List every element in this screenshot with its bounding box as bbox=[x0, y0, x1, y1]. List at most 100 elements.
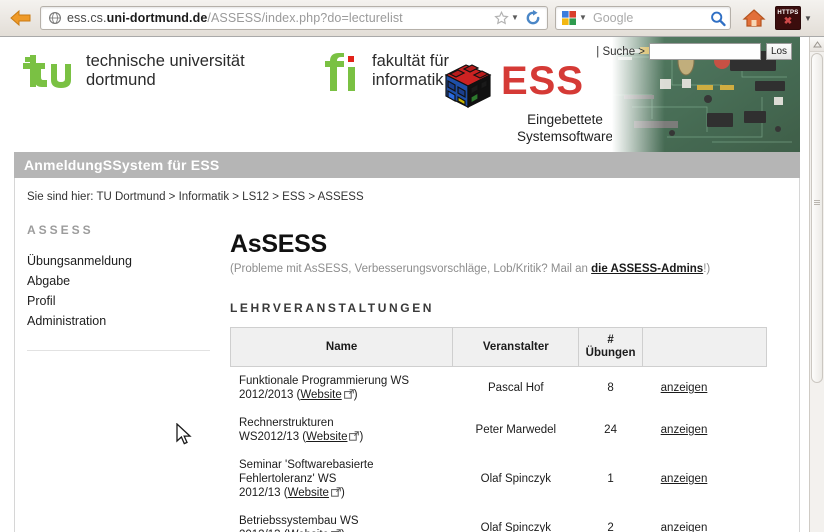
external-link-icon bbox=[331, 487, 341, 497]
site-search-row: | Suche > Los bbox=[596, 43, 792, 60]
scrollbar-thumb[interactable] bbox=[811, 53, 823, 383]
fi-logo-text: fakultät für informatik bbox=[372, 52, 449, 90]
table-row: Betriebssystembau WS 2012/13 (Website) O… bbox=[229, 507, 768, 532]
column-header-name: Name bbox=[229, 327, 454, 367]
lecture-name-line1: Rechnerstrukturen bbox=[239, 417, 334, 429]
website-link[interactable]: Website bbox=[288, 487, 329, 499]
anzeigen-link[interactable]: anzeigen bbox=[661, 382, 708, 394]
cell-action: anzeigen bbox=[641, 451, 768, 507]
fi-logo-line2: informatik bbox=[372, 71, 444, 89]
cell-name: Rechnerstrukturen WS2012/13 (Website) bbox=[229, 409, 454, 451]
chevron-up-icon bbox=[812, 40, 822, 47]
cell-veranstalter: Pascal Hof bbox=[452, 366, 580, 409]
cell-veranstalter: Olaf Spinczyk bbox=[452, 507, 580, 532]
table-row: Seminar 'Softwarebasierte Fehlertoleranz… bbox=[229, 451, 768, 507]
https-everywhere-button[interactable]: HTTPS ✖ bbox=[775, 6, 801, 30]
cell-name: Betriebssystembau WS 2012/13 (Website) bbox=[229, 507, 454, 532]
table-head: Name Veranstalter # Übungen bbox=[229, 327, 768, 367]
assess-admins-link[interactable]: die ASSESS-Admins bbox=[591, 263, 703, 275]
browser-toolbar: ess.cs.uni-dortmund.de/ASSESS/index.php?… bbox=[0, 0, 824, 37]
search-input[interactable]: Google bbox=[589, 11, 709, 25]
toolbar-overflow-chevron-icon[interactable]: ▼ bbox=[804, 14, 812, 23]
search-engine-chevron-icon[interactable]: ▼ bbox=[579, 14, 589, 22]
globe-icon bbox=[49, 12, 61, 24]
cell-action: anzeigen bbox=[641, 409, 768, 451]
main-column: AsSESS (Probleme mit AsSESS, Verbesserun… bbox=[229, 230, 790, 532]
chevron-down-icon[interactable]: ▼ bbox=[511, 14, 521, 22]
sidebar-item-profil[interactable]: Profil bbox=[27, 291, 217, 311]
subnote-prefix: (Probleme mit AsSESS, Verbesserungsvorsc… bbox=[230, 263, 592, 275]
lecture-name-line2: 2012/2013 ( bbox=[239, 389, 301, 401]
ess-wordmark: ESS bbox=[501, 59, 585, 103]
lecture-name-after: ) bbox=[359, 431, 364, 443]
column-header-uebungen-line1: # bbox=[607, 334, 614, 346]
website-link[interactable]: Website bbox=[300, 389, 341, 401]
tu-dortmund-logo-icon bbox=[23, 55, 71, 88]
cell-uebungen: 1 bbox=[578, 451, 643, 507]
site-search-input[interactable] bbox=[649, 43, 761, 60]
site-search-submit-button[interactable]: Los bbox=[766, 43, 792, 60]
bookmark-star-icon[interactable] bbox=[493, 10, 510, 26]
site-title-bar: AnmeldungSSystem für ESS bbox=[14, 152, 800, 178]
table-row: Rechnerstrukturen WS2012/13 (Website) Pe… bbox=[229, 409, 768, 451]
page-container: technische universität dortmund fakultät… bbox=[14, 37, 800, 532]
website-link[interactable]: Website bbox=[306, 431, 347, 443]
cell-veranstalter: Peter Marwedel bbox=[452, 409, 580, 451]
lecture-name-line2: WS2012/13 ( bbox=[239, 431, 307, 443]
google-icon bbox=[562, 11, 576, 25]
url-domain: uni-dortmund.de bbox=[106, 11, 208, 25]
anzeigen-link[interactable]: anzeigen bbox=[661, 522, 708, 532]
lecture-name-after: ) bbox=[353, 389, 358, 401]
cell-action: anzeigen bbox=[641, 366, 768, 409]
vertical-scrollbar[interactable] bbox=[809, 37, 824, 532]
tu-logo-line1: technische universität bbox=[86, 52, 245, 70]
cell-uebungen: 24 bbox=[578, 409, 643, 451]
scroll-up-button[interactable] bbox=[810, 37, 824, 52]
sidebar: ASSESS Übungsanmeldung Abgabe Profil Adm… bbox=[27, 223, 217, 331]
lecture-name-after: ) bbox=[340, 487, 345, 499]
reload-icon[interactable] bbox=[523, 9, 543, 27]
cell-name: Seminar 'Softwarebasierte Fehlertoleranz… bbox=[229, 451, 454, 507]
search-bar[interactable]: ▼ Google bbox=[555, 6, 731, 30]
site-title: AnmeldungSSystem für ESS bbox=[24, 157, 220, 173]
anzeigen-link[interactable]: anzeigen bbox=[661, 424, 708, 436]
external-link-icon bbox=[343, 389, 354, 399]
home-button[interactable] bbox=[739, 7, 769, 29]
breadcrumb: Sie sind hier: TU Dortmund > Informatik … bbox=[27, 191, 364, 203]
column-header-action bbox=[641, 327, 768, 367]
site-search-label: | Suche > bbox=[596, 45, 645, 58]
cell-name: Funktionale Programmierung WS 2012/2013 … bbox=[229, 366, 454, 409]
external-link-icon bbox=[349, 431, 360, 441]
lecture-name-line1: Seminar 'Softwarebasierte bbox=[239, 459, 374, 471]
column-header-uebungen: # Übungen bbox=[578, 327, 643, 367]
lecture-name-line1b: Fehlertoleranz' WS bbox=[239, 473, 337, 485]
cell-veranstalter: Olaf Spinczyk bbox=[452, 451, 580, 507]
url-text: ess.cs.uni-dortmund.de/ASSESS/index.php?… bbox=[67, 11, 493, 25]
page-right-gutter bbox=[800, 37, 809, 532]
ess-cube-logo-icon bbox=[444, 64, 492, 108]
cell-uebungen: 2 bbox=[578, 507, 643, 532]
address-bar[interactable]: ess.cs.uni-dortmund.de/ASSESS/index.php?… bbox=[40, 6, 548, 30]
content-area: Sie sind hier: TU Dortmund > Informatik … bbox=[14, 178, 800, 532]
back-button[interactable] bbox=[4, 3, 38, 33]
fakultaet-informatik-logo-icon bbox=[325, 53, 355, 91]
site-banner: technische universität dortmund fakultät… bbox=[14, 37, 800, 152]
anzeigen-link[interactable]: anzeigen bbox=[661, 473, 708, 485]
sidebar-item-abgabe[interactable]: Abgabe bbox=[27, 271, 217, 291]
page-title: AsSESS bbox=[230, 230, 327, 258]
tu-logo-line2: dortmund bbox=[86, 71, 156, 89]
search-icon[interactable] bbox=[709, 10, 727, 27]
fi-logo-line1: fakultät für bbox=[372, 52, 450, 70]
table-body: Funktionale Programmierung WS 2012/2013 … bbox=[229, 366, 768, 532]
url-path: /ASSESS/index.php?do=lecturelist bbox=[207, 11, 403, 25]
lecture-name-line2: 2012/13 ( bbox=[239, 487, 288, 499]
section-heading: LEHRVERANSTALTUNGEN bbox=[230, 301, 435, 315]
sidebar-item-administration[interactable]: Administration bbox=[27, 311, 217, 331]
lecture-name-line1: Funktionale Programmierung WS bbox=[239, 375, 410, 387]
sidebar-item-uebungsanmeldung[interactable]: Übungsanmeldung bbox=[27, 251, 217, 271]
cell-uebungen: 8 bbox=[578, 366, 643, 409]
lecture-name-line1: Betriebssystembau WS bbox=[239, 515, 359, 527]
url-subdomain: ess.cs. bbox=[67, 11, 107, 25]
home-icon bbox=[742, 9, 766, 27]
lectures-table: Name Veranstalter # Übungen Funktionale … bbox=[229, 327, 768, 532]
